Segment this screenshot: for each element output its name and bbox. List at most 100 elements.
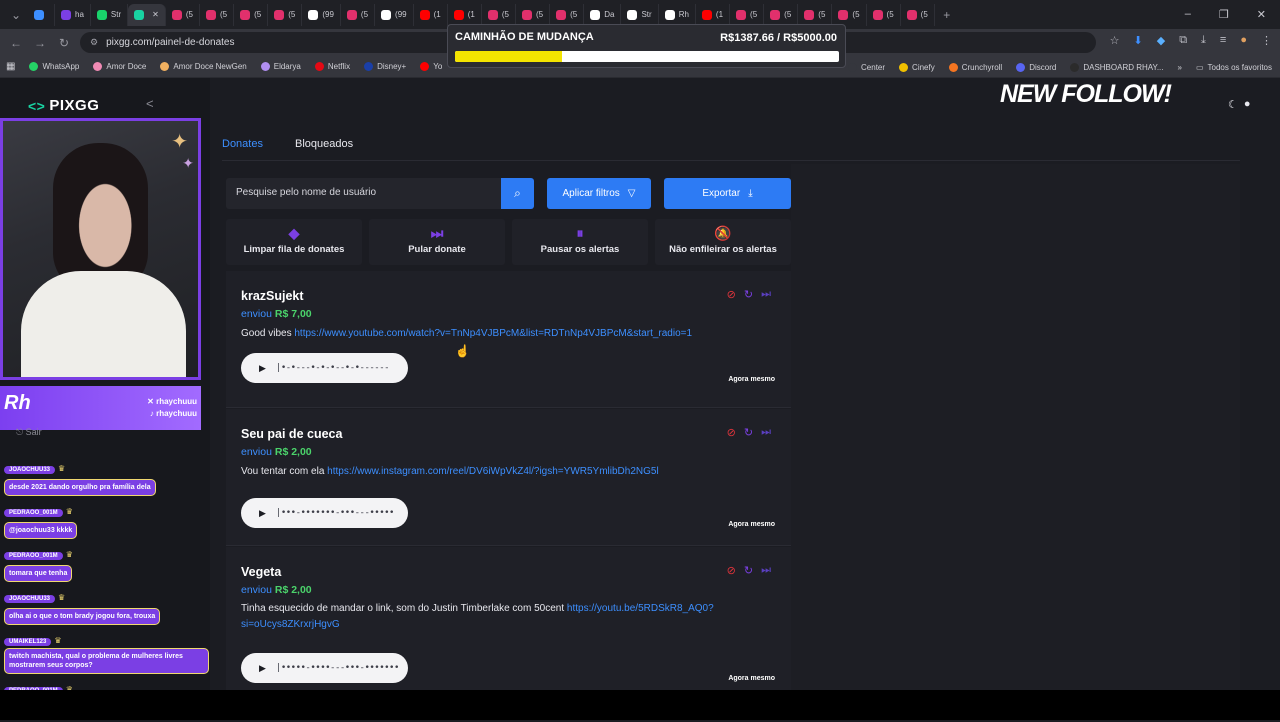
browser-tab[interactable]: (1 xyxy=(448,3,482,26)
collapse-sidebar-icon[interactable]: < xyxy=(146,96,154,111)
bookmark-item[interactable]: Netflix xyxy=(314,62,350,71)
browser-tab[interactable]: (5 xyxy=(832,3,867,26)
queue-actions: ◆ Limpar fila de donates ⏭ Pular donate ⏸ Pau… xyxy=(226,219,791,265)
bookmark-item[interactable]: Center xyxy=(848,62,885,72)
action-button[interactable]: ⏸ Pausar os alertas xyxy=(512,219,648,265)
browser-tab[interactable]: (1 xyxy=(696,3,731,26)
tab-favicon-icon xyxy=(736,9,747,20)
browser-tab[interactable]: Da xyxy=(584,3,622,26)
browser-tab[interactable] xyxy=(28,3,55,26)
bookmarks-more-button[interactable]: » xyxy=(1178,63,1182,72)
replay-icon[interactable]: ↻ xyxy=(744,564,753,577)
browser-tab[interactable]: (5 xyxy=(166,3,200,26)
skip-icon[interactable]: ⏭ xyxy=(761,564,771,577)
extension-diamond-icon[interactable]: ◆ xyxy=(1157,34,1165,47)
browser-tab[interactable]: (5 xyxy=(482,3,516,26)
block-icon[interactable]: ⊘ xyxy=(727,288,736,301)
export-button[interactable]: Exportar ⤓ xyxy=(664,178,791,209)
browser-tab[interactable]: (5 xyxy=(268,3,303,26)
bookmark-item[interactable]: Disney+ xyxy=(364,62,406,71)
browser-tab[interactable]: (5 xyxy=(234,3,269,26)
bookmark-item[interactable]: Cinefy xyxy=(899,62,935,72)
search-button[interactable]: ⌕ xyxy=(501,178,534,209)
action-button[interactable]: 🔕 Não enfileirar os alertas xyxy=(655,219,791,265)
replay-icon[interactable]: ↻ xyxy=(744,288,753,301)
bookmark-item[interactable]: Amor Doce xyxy=(93,62,146,71)
browser-tab[interactable]: Rh xyxy=(659,3,696,26)
close-window-icon[interactable]: ✕ xyxy=(1257,8,1266,21)
play-icon[interactable]: ▶ xyxy=(259,508,266,519)
extension-download-icon[interactable]: ⬇ xyxy=(1134,34,1143,47)
menu-icon[interactable]: ⋮ xyxy=(1261,34,1272,47)
tab-favicon-icon xyxy=(701,9,712,20)
bookmark-item[interactable]: DASHBOARD RHAY... xyxy=(1070,62,1164,72)
chat-message: UMAIKEL123 ♛ twitch machista, qual o probl… xyxy=(0,630,210,674)
forward-icon[interactable]: → xyxy=(28,36,52,50)
tab-donates[interactable]: Donates xyxy=(222,138,263,156)
downloads-icon[interactable]: ⤓ xyxy=(1201,34,1206,47)
reload-icon[interactable]: ↻ xyxy=(52,36,76,50)
bookmark-item[interactable]: Eldarya xyxy=(260,62,301,71)
bookmark-item[interactable]: WhatsApp xyxy=(29,62,79,71)
browser-tab[interactable]: (5 xyxy=(798,3,833,26)
tab-label: Da xyxy=(604,10,615,19)
browser-tab[interactable]: (5 xyxy=(764,3,799,26)
play-icon[interactable]: ▶ xyxy=(259,663,266,674)
audio-player[interactable]: ▶ |•-•---•-•-•--•-•------ xyxy=(241,353,408,383)
apps-grid-icon[interactable]: ▦ xyxy=(6,61,15,72)
block-icon[interactable]: ⊘ xyxy=(727,426,736,439)
bookmark-item[interactable]: Crunchyroll xyxy=(948,62,1002,72)
bookmark-item[interactable]: Yo xyxy=(420,62,442,71)
browser-tab[interactable]: Str xyxy=(91,3,129,26)
browser-tab[interactable]: (99 xyxy=(302,3,341,26)
theme-toggle[interactable]: ☾ ● xyxy=(1228,98,1251,111)
donation-link[interactable]: https://www.instagram.com/reel/DV6iWpVkZ… xyxy=(327,466,659,477)
bookmarks-right: Center Cinefy Crunchyroll Discord DASHBOARD … xyxy=(848,56,1272,78)
browser-tab[interactable]: (5 xyxy=(516,3,551,26)
media-icon[interactable]: ≡ xyxy=(1220,34,1226,47)
block-icon[interactable]: ⊘ xyxy=(727,564,736,577)
pixgg-logo[interactable]: <> PIXGG xyxy=(28,97,99,114)
search-input[interactable]: Pesquise pelo nome de usuário xyxy=(226,178,501,209)
play-icon[interactable]: ▶ xyxy=(259,363,266,374)
browser-tab[interactable]: (1 xyxy=(414,3,448,26)
goal-progress-fill xyxy=(455,51,562,62)
back-icon[interactable]: ← xyxy=(4,36,28,50)
browser-tab[interactable]: ha xyxy=(55,3,91,26)
browser-tab[interactable]: (5 xyxy=(341,3,376,26)
browser-tab[interactable]: (5 xyxy=(550,3,585,26)
browser-tab[interactable]: (5 xyxy=(901,3,935,26)
new-tab-button[interactable]: + xyxy=(935,8,959,22)
bookmark-item[interactable]: Amor Doce NewGen xyxy=(160,62,247,71)
audio-player[interactable]: ▶ |•••-•••••••-•••---••••• xyxy=(241,498,408,528)
bookmark-item[interactable]: Discord xyxy=(1016,62,1056,72)
browser-tab[interactable]: ✕ xyxy=(128,3,166,26)
tab-bloqueados[interactable]: Bloqueados xyxy=(295,138,353,156)
audio-player[interactable]: ▶ |•••••-••••---•••-••••••• xyxy=(241,653,408,683)
all-favorites-button[interactable]: ▭ Todos os favoritos xyxy=(1196,63,1272,72)
chat-overlay: JOAOCHUU33 ♛ desde 2021 dando orgulho pra … xyxy=(0,458,210,722)
browser-tab[interactable]: (5 xyxy=(730,3,765,26)
browser-tab[interactable]: Str xyxy=(621,3,659,26)
browser-tab[interactable]: (5 xyxy=(200,3,235,26)
bookmark-star-icon[interactable]: ☆ xyxy=(1110,34,1120,47)
extensions-icon[interactable]: ⧉ xyxy=(1179,34,1187,47)
donation-link[interactable]: https://www.youtube.com/watch?v=TnNp4VJB… xyxy=(294,328,692,339)
site-info-icon[interactable]: ⚙ xyxy=(90,37,98,48)
maximize-icon[interactable]: ❐ xyxy=(1219,8,1229,21)
skip-icon[interactable]: ⏭ xyxy=(761,288,771,301)
apply-filters-button[interactable]: Aplicar filtros ▽ xyxy=(547,178,651,209)
action-button[interactable]: ⏭ Pular donate xyxy=(369,219,505,265)
tab-search-icon[interactable]: ⌄ xyxy=(4,8,28,22)
skip-icon[interactable]: ⏭ xyxy=(761,426,771,439)
close-tab-icon[interactable]: ✕ xyxy=(152,10,159,19)
minimize-icon[interactable]: – xyxy=(1185,8,1191,21)
profile-avatar[interactable]: ● xyxy=(1240,34,1247,47)
browser-tab[interactable]: (99 xyxy=(375,3,414,26)
bookmark-icon xyxy=(29,62,39,71)
replay-icon[interactable]: ↻ xyxy=(744,426,753,439)
action-button[interactable]: ◆ Limpar fila de donates xyxy=(226,219,362,265)
chat-username: JOAOCHUU33 xyxy=(4,466,56,474)
logout-link[interactable]: ⎋ Sair xyxy=(16,427,42,438)
browser-tab[interactable]: (5 xyxy=(867,3,901,26)
